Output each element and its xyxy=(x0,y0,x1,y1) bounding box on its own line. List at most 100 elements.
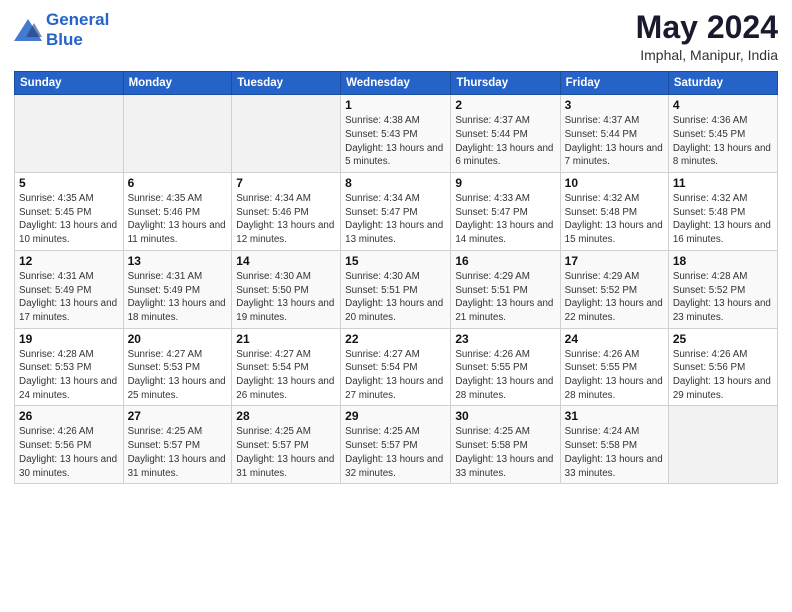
day-number: 9 xyxy=(455,176,555,190)
calendar-header-monday: Monday xyxy=(123,72,232,95)
calendar-cell: 21 Sunrise: 4:27 AMSunset: 5:54 PMDayligh… xyxy=(232,328,341,406)
day-number: 28 xyxy=(236,409,336,423)
day-number: 31 xyxy=(565,409,664,423)
day-number: 17 xyxy=(565,254,664,268)
calendar-cell: 26 Sunrise: 4:26 AMSunset: 5:56 PMDayligh… xyxy=(15,406,124,484)
calendar-cell: 6 Sunrise: 4:35 AMSunset: 5:46 PMDaylight… xyxy=(123,173,232,251)
day-number: 18 xyxy=(673,254,773,268)
calendar-cell xyxy=(668,406,777,484)
day-info: Sunrise: 4:36 AMSunset: 5:45 PMDaylight:… xyxy=(673,114,773,169)
day-number: 3 xyxy=(565,98,664,112)
day-info: Sunrise: 4:25 AMSunset: 5:57 PMDaylight:… xyxy=(236,425,336,480)
calendar-cell: 5Sunrise: 4:35 AMSunset: 5:45 PMDaylight… xyxy=(15,173,124,251)
day-info: Sunrise: 4:31 AMSunset: 5:49 PMDaylight:… xyxy=(128,270,228,325)
day-info: Sunrise: 4:37 AMSunset: 5:44 PMDaylight:… xyxy=(565,114,664,169)
day-number: 14 xyxy=(236,254,336,268)
calendar-header-saturday: Saturday xyxy=(668,72,777,95)
day-number: 30 xyxy=(455,409,555,423)
calendar-cell xyxy=(15,95,124,173)
calendar-header-sunday: Sunday xyxy=(15,72,124,95)
day-number: 15 xyxy=(345,254,446,268)
day-number: 23 xyxy=(455,332,555,346)
calendar-cell: 16Sunrise: 4:29 AMSunset: 5:51 PMDayligh… xyxy=(451,250,560,328)
day-info: Sunrise: 4:38 AMSunset: 5:43 PMDaylight:… xyxy=(345,114,446,169)
logo-text: General Blue xyxy=(46,10,109,49)
header-area: General Blue May 2024 Imphal, Manipur, I… xyxy=(14,10,778,63)
calendar-cell: 31 Sunrise: 4:24 AMSunset: 5:58 PMDayligh… xyxy=(560,406,668,484)
day-info: Sunrise: 4:31 AMSunset: 5:49 PMDaylight:… xyxy=(19,270,119,325)
day-info: Sunrise: 4:34 AMSunset: 5:46 PMDaylight:… xyxy=(236,192,336,247)
day-number: 19 xyxy=(19,332,119,346)
day-info: Sunrise: 4:26 AMSunset: 5:56 PMDaylight:… xyxy=(19,425,119,480)
day-number: 22 xyxy=(345,332,446,346)
calendar-cell: 24 Sunrise: 4:26 AMSunset: 5:55 PMDayligh… xyxy=(560,328,668,406)
day-number: 29 xyxy=(345,409,446,423)
calendar-cell: 9 Sunrise: 4:33 AMSunset: 5:47 PMDaylight… xyxy=(451,173,560,251)
calendar-header-wednesday: Wednesday xyxy=(341,72,451,95)
calendar-week-1: 1 Sunrise: 4:38 AMSunset: 5:43 PMDaylight… xyxy=(15,95,778,173)
calendar-cell: 28 Sunrise: 4:25 AMSunset: 5:57 PMDayligh… xyxy=(232,406,341,484)
day-info: Sunrise: 4:24 AMSunset: 5:58 PMDaylight:… xyxy=(565,425,664,480)
calendar: SundayMondayTuesdayWednesdayThursdayFrid… xyxy=(14,71,778,484)
day-number: 16 xyxy=(455,254,555,268)
calendar-week-2: 5Sunrise: 4:35 AMSunset: 5:45 PMDaylight… xyxy=(15,173,778,251)
logo: General Blue xyxy=(14,10,109,49)
calendar-cell: 18 Sunrise: 4:28 AMSunset: 5:52 PMDayligh… xyxy=(668,250,777,328)
day-number: 24 xyxy=(565,332,664,346)
day-info: Sunrise: 4:27 AMSunset: 5:54 PMDaylight:… xyxy=(236,348,336,403)
day-number: 10 xyxy=(565,176,664,190)
calendar-header-thursday: Thursday xyxy=(451,72,560,95)
day-number: 5 xyxy=(19,176,119,190)
calendar-cell: 4 Sunrise: 4:36 AMSunset: 5:45 PMDaylight… xyxy=(668,95,777,173)
day-number: 21 xyxy=(236,332,336,346)
day-info: Sunrise: 4:25 AMSunset: 5:58 PMDaylight:… xyxy=(455,425,555,480)
day-number: 7 xyxy=(236,176,336,190)
calendar-cell: 7 Sunrise: 4:34 AMSunset: 5:46 PMDaylight… xyxy=(232,173,341,251)
day-number: 12 xyxy=(19,254,119,268)
day-number: 11 xyxy=(673,176,773,190)
day-info: Sunrise: 4:25 AMSunset: 5:57 PMDaylight:… xyxy=(128,425,228,480)
calendar-cell: 2 Sunrise: 4:37 AMSunset: 5:44 PMDaylight… xyxy=(451,95,560,173)
day-info: Sunrise: 4:30 AMSunset: 5:51 PMDaylight:… xyxy=(345,270,446,325)
calendar-cell xyxy=(232,95,341,173)
day-number: 13 xyxy=(128,254,228,268)
day-info: Sunrise: 4:26 AMSunset: 5:56 PMDaylight:… xyxy=(673,348,773,403)
calendar-cell: 22Sunrise: 4:27 AMSunset: 5:54 PMDayligh… xyxy=(341,328,451,406)
day-number: 1 xyxy=(345,98,446,112)
calendar-cell: 19 Sunrise: 4:28 AMSunset: 5:53 PMDayligh… xyxy=(15,328,124,406)
calendar-week-3: 12 Sunrise: 4:31 AMSunset: 5:49 PMDayligh… xyxy=(15,250,778,328)
calendar-cell: 11 Sunrise: 4:32 AMSunset: 5:48 PMDayligh… xyxy=(668,173,777,251)
calendar-cell: 17 Sunrise: 4:29 AMSunset: 5:52 PMDayligh… xyxy=(560,250,668,328)
day-info: Sunrise: 4:33 AMSunset: 5:47 PMDaylight:… xyxy=(455,192,555,247)
day-info: Sunrise: 4:30 AMSunset: 5:50 PMDaylight:… xyxy=(236,270,336,325)
day-info: Sunrise: 4:25 AMSunset: 5:57 PMDaylight:… xyxy=(345,425,446,480)
calendar-cell: 20Sunrise: 4:27 AMSunset: 5:53 PMDayligh… xyxy=(123,328,232,406)
calendar-cell: 14 Sunrise: 4:30 AMSunset: 5:50 PMDayligh… xyxy=(232,250,341,328)
calendar-header-tuesday: Tuesday xyxy=(232,72,341,95)
calendar-cell xyxy=(123,95,232,173)
page-container: General Blue May 2024 Imphal, Manipur, I… xyxy=(0,0,792,492)
calendar-cell: 12 Sunrise: 4:31 AMSunset: 5:49 PMDayligh… xyxy=(15,250,124,328)
day-info: Sunrise: 4:32 AMSunset: 5:48 PMDaylight:… xyxy=(673,192,773,247)
day-info: Sunrise: 4:26 AMSunset: 5:55 PMDaylight:… xyxy=(565,348,664,403)
logo-icon xyxy=(14,19,42,41)
day-number: 8 xyxy=(345,176,446,190)
day-number: 26 xyxy=(19,409,119,423)
day-info: Sunrise: 4:32 AMSunset: 5:48 PMDaylight:… xyxy=(565,192,664,247)
day-number: 25 xyxy=(673,332,773,346)
day-number: 2 xyxy=(455,98,555,112)
day-number: 6 xyxy=(128,176,228,190)
calendar-week-4: 19 Sunrise: 4:28 AMSunset: 5:53 PMDayligh… xyxy=(15,328,778,406)
day-info: Sunrise: 4:29 AMSunset: 5:52 PMDaylight:… xyxy=(565,270,664,325)
day-number: 20 xyxy=(128,332,228,346)
day-info: Sunrise: 4:28 AMSunset: 5:53 PMDaylight:… xyxy=(19,348,119,403)
calendar-cell: 8Sunrise: 4:34 AMSunset: 5:47 PMDaylight… xyxy=(341,173,451,251)
day-number: 4 xyxy=(673,98,773,112)
calendar-cell: 3 Sunrise: 4:37 AMSunset: 5:44 PMDaylight… xyxy=(560,95,668,173)
day-info: Sunrise: 4:37 AMSunset: 5:44 PMDaylight:… xyxy=(455,114,555,169)
calendar-cell: 29 Sunrise: 4:25 AMSunset: 5:57 PMDayligh… xyxy=(341,406,451,484)
day-info: Sunrise: 4:28 AMSunset: 5:52 PMDaylight:… xyxy=(673,270,773,325)
calendar-cell: 10 Sunrise: 4:32 AMSunset: 5:48 PMDayligh… xyxy=(560,173,668,251)
main-title: May 2024 xyxy=(636,10,778,45)
day-info: Sunrise: 4:35 AMSunset: 5:46 PMDaylight:… xyxy=(128,192,228,247)
